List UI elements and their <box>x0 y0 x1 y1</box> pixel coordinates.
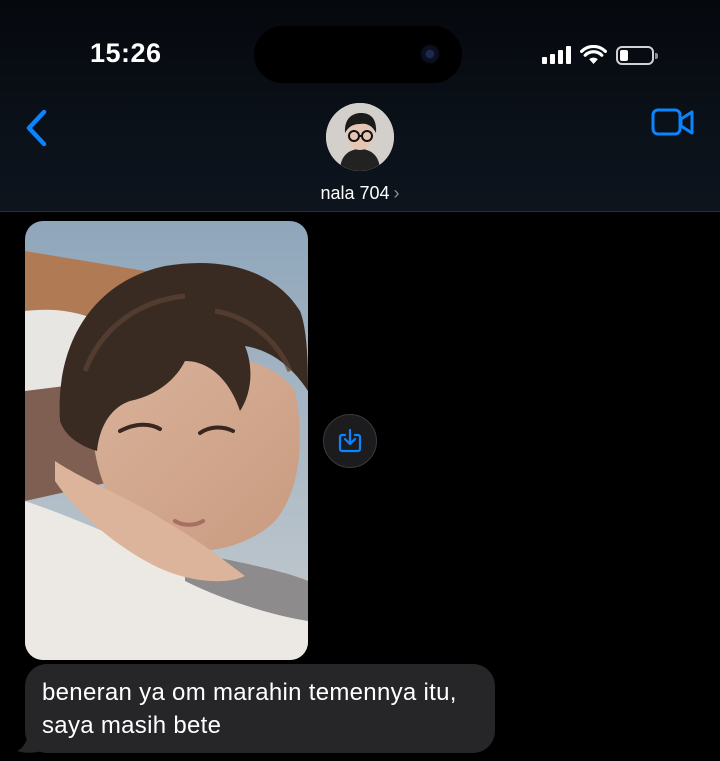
camera-icon <box>420 44 440 64</box>
save-download-icon <box>338 428 362 453</box>
status-icons <box>542 42 658 68</box>
image-content <box>25 221 308 660</box>
video-call-icon[interactable] <box>650 106 696 140</box>
message-bubble[interactable]: beneran ya om marahin temennya itu, saya… <box>25 664 495 753</box>
message-text: beneran ya om marahin temennya itu, saya… <box>42 679 457 739</box>
battery-icon <box>616 45 658 65</box>
cellular-signal-icon <box>542 46 571 64</box>
save-image-button[interactable] <box>323 414 377 468</box>
wifi-icon <box>580 45 607 64</box>
back-chevron-icon[interactable] <box>22 106 54 150</box>
avatar-photo <box>326 103 394 171</box>
dynamic-island <box>254 26 462 83</box>
contact-name: nala 704 <box>320 183 390 203</box>
status-time: 15:26 <box>90 38 162 68</box>
image-message[interactable] <box>25 221 308 660</box>
chevron-right-icon: › <box>393 183 400 203</box>
contact-avatar[interactable] <box>326 103 394 171</box>
conversation-header: 15:26 nala 704 › <box>0 0 720 212</box>
contact-name-button[interactable]: nala 704 › <box>0 183 720 204</box>
